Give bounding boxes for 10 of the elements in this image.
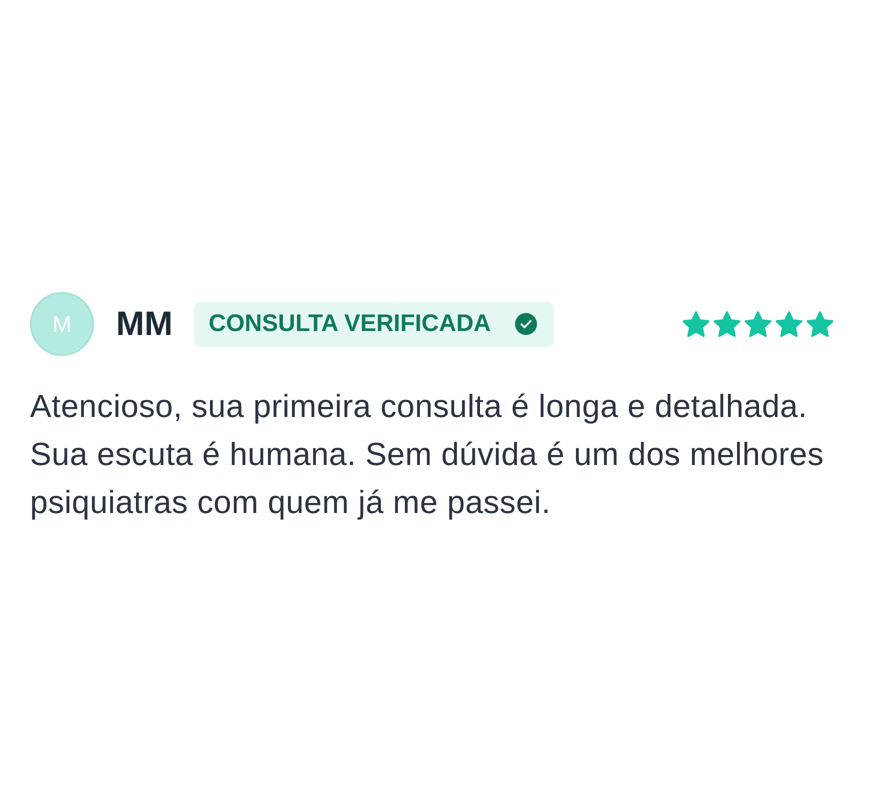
star-icon [712, 310, 742, 338]
star-icon [805, 310, 835, 338]
star-icon [774, 310, 804, 338]
reviewer-name: MM [116, 307, 173, 341]
star-icon [743, 310, 773, 338]
review-text: Atencioso, sua primeira consulta é longa e detalhada. Sua escuta é humana. Sem dúvida é um dos melhores psiquiatras com quem já me passei. [30, 387, 825, 522]
star-icon [681, 310, 711, 338]
badge-label: CONSULTA VERIFICADA [208, 312, 491, 336]
check-circle-icon [514, 313, 537, 335]
avatar-initial: M [52, 312, 72, 336]
